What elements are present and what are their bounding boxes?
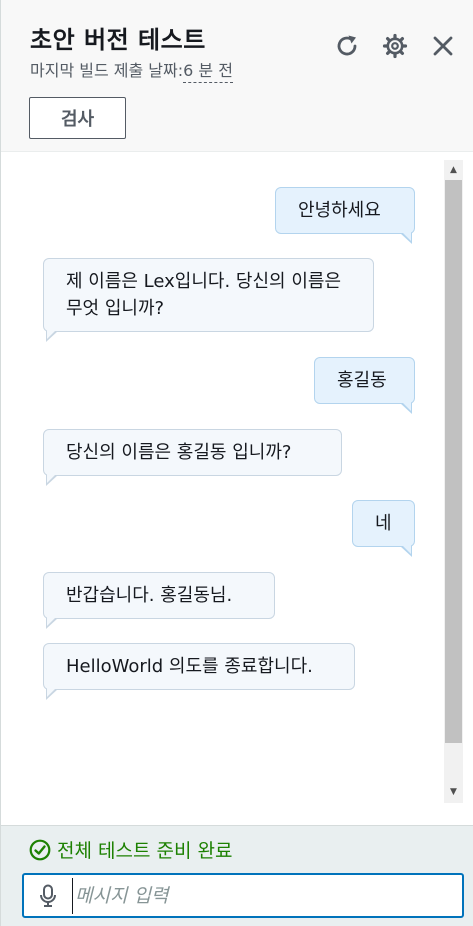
last-build-info: 마지막 빌드 제출 날짜:6 분 전 (30, 57, 233, 83)
refresh-icon[interactable] (333, 32, 361, 60)
settings-icon[interactable] (381, 32, 409, 60)
message-input[interactable] (72, 877, 452, 914)
scroll-down-arrow-icon[interactable]: ▼ (445, 783, 462, 800)
inspect-button[interactable]: 검사 (29, 97, 126, 139)
check-circle-icon (29, 839, 51, 861)
user-message: 안녕하세요 (275, 187, 415, 244)
user-message: 홍길동 (314, 357, 415, 414)
last-build-label: 마지막 빌드 제출 날짜: (30, 61, 184, 80)
scrollbar-thumb[interactable] (445, 180, 462, 743)
message-text: 당신의 이름은 홍길동 입니까? (66, 442, 292, 463)
user-message: 네 (352, 500, 415, 557)
close-icon[interactable] (429, 32, 457, 60)
test-bot-panel: 초안 버전 테스트 마지막 빌드 제출 날짜:6 분 전 검사 안녕하세요 제 … (0, 0, 473, 926)
bot-message: 당신의 이름은 홍길동 입니까? (43, 429, 342, 486)
bot-message: 반갑습니다. 홍길동님. (43, 572, 275, 629)
last-build-time[interactable]: 6 분 전 (183, 61, 233, 83)
panel-title: 초안 버전 테스트 (30, 26, 206, 54)
message-input-box[interactable] (22, 873, 464, 918)
microphone-icon[interactable] (24, 884, 72, 908)
chat-conversation: 안녕하세요 제 이름은 Lex입니다. 당신의 이름은 무엇 입니까? 홍길동 … (1, 153, 473, 825)
scroll-up-arrow-icon[interactable]: ▲ (445, 161, 462, 178)
message-text: 네 (375, 513, 392, 534)
message-text: 안녕하세요 (298, 200, 381, 221)
message-text: 반갑습니다. 홍길동님. (66, 585, 233, 606)
bot-message: 제 이름은 Lex입니다. 당신의 이름은 무엇 입니까? (43, 258, 374, 342)
message-text: 제 이름은 Lex입니다. 당신의 이름은 무엇 입니까? (66, 271, 342, 319)
message-text: 홍길동 (337, 370, 387, 391)
panel-header: 초안 버전 테스트 마지막 빌드 제출 날짜:6 분 전 검사 (1, 0, 473, 152)
bot-message: HelloWorld 의도를 종료합니다. (43, 643, 355, 700)
test-status: 전체 테스트 준비 완료 (29, 836, 232, 863)
status-text: 전체 테스트 준비 완료 (57, 840, 233, 862)
message-text: HelloWorld 의도를 종료합니다. (66, 656, 313, 677)
